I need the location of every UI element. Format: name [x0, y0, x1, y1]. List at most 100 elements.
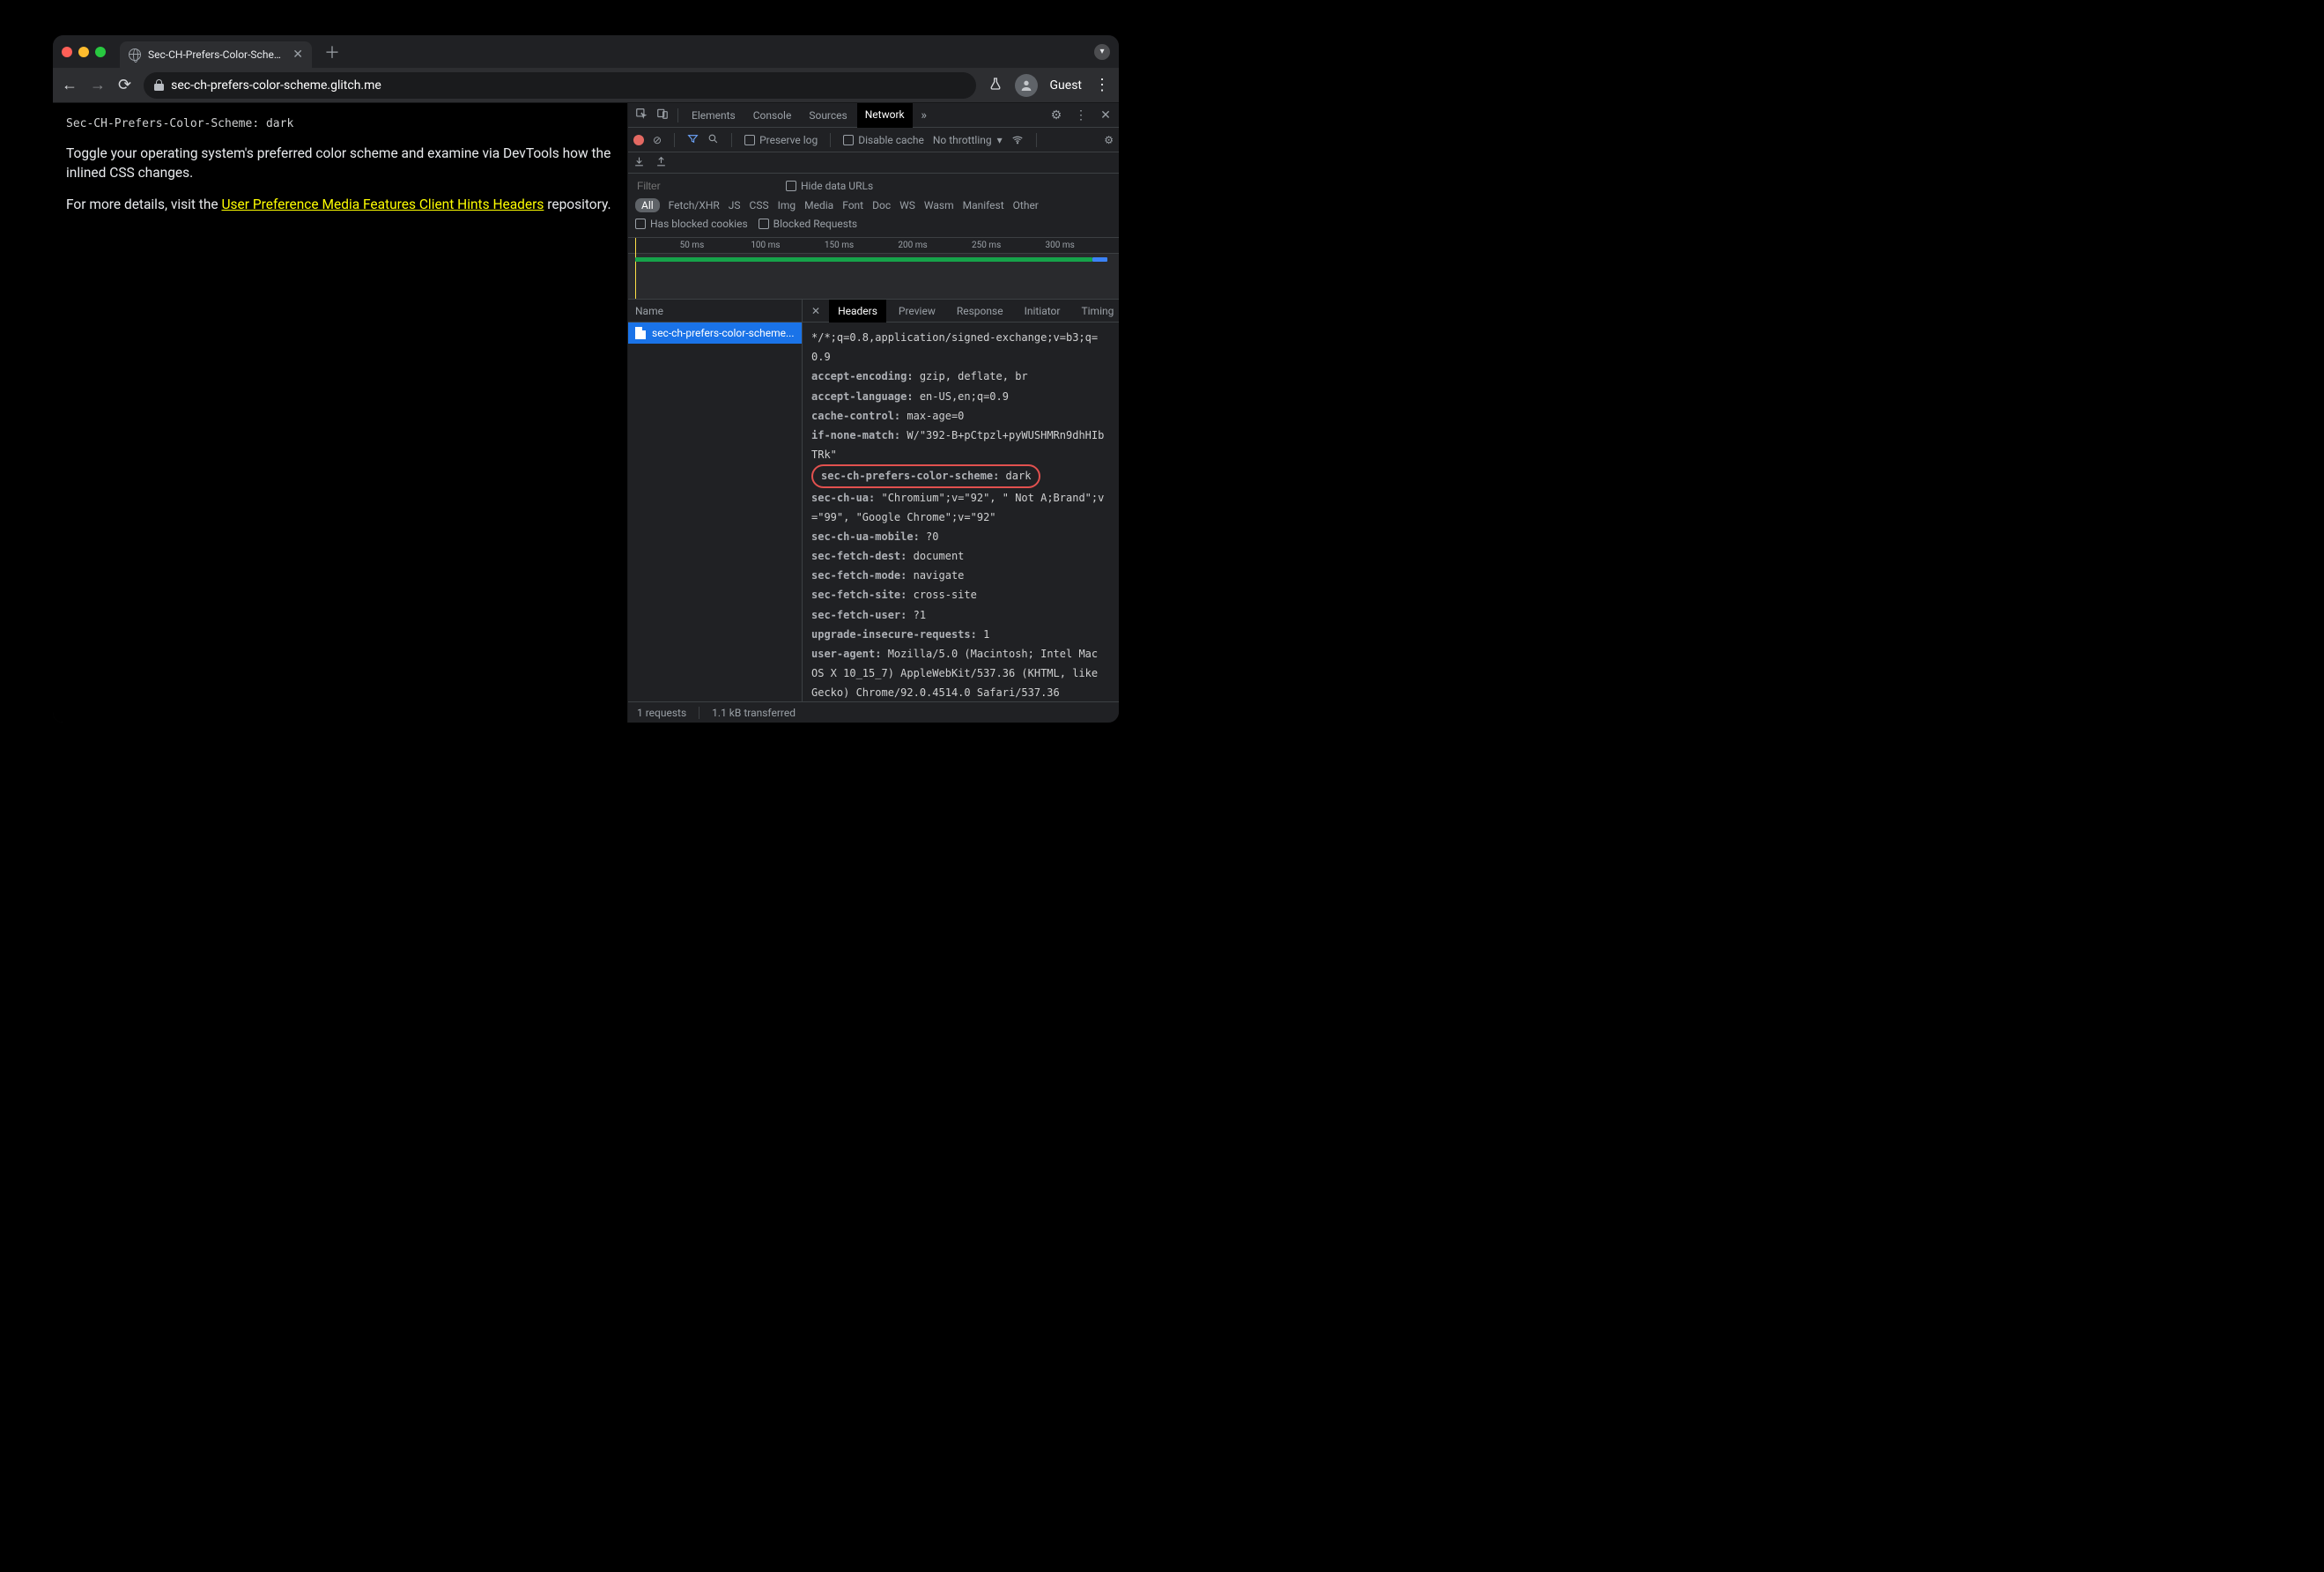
timeline-band — [635, 257, 1092, 262]
transferred-size: 1.1 kB transferred — [712, 707, 796, 719]
dtab-response[interactable]: Response — [948, 300, 1012, 323]
network-settings-icon[interactable]: ⚙ — [1104, 134, 1114, 146]
globe-icon — [129, 48, 141, 61]
labs-icon[interactable] — [988, 77, 1003, 94]
disable-cache-checkbox[interactable]: Disable cache — [843, 134, 924, 146]
tick-label: 100 ms — [751, 241, 780, 250]
header-row: sec-fetch-dest: document — [811, 546, 1110, 566]
headers-pane[interactable]: */*;q=0.8,application/signed-exchange;v=… — [803, 323, 1119, 701]
header-row: sec-fetch-user: ?1 — [811, 605, 1110, 625]
detail-tabs: ✕ Headers Preview Response Initiator Tim… — [803, 300, 1119, 323]
export-har-icon[interactable] — [633, 156, 645, 170]
new-tab-button[interactable]: ＋ — [319, 41, 345, 63]
document-icon — [635, 327, 646, 339]
clear-icon[interactable]: ⊘ — [653, 134, 662, 146]
forward-button[interactable]: → — [90, 76, 106, 94]
address-bar[interactable]: sec-ch-prefers-color-scheme.glitch.me — [144, 72, 975, 99]
hide-data-urls-checkbox[interactable]: Hide data URLs — [786, 180, 873, 192]
tick-label: 150 ms — [825, 241, 854, 250]
tick-label: 300 ms — [1046, 241, 1075, 250]
back-button[interactable]: ← — [62, 76, 78, 94]
tab-console[interactable]: Console — [745, 103, 800, 128]
url-text: sec-ch-prefers-color-scheme.glitch.me — [171, 78, 381, 93]
tick-label: 200 ms — [898, 241, 927, 250]
request-name: sec-ch-prefers-color-scheme... — [652, 327, 794, 339]
header-row: sec-fetch-site: cross-site — [811, 585, 1110, 604]
close-tab-icon[interactable]: ✕ — [292, 48, 303, 62]
minimize-window-icon[interactable] — [78, 47, 89, 57]
blocked-requests-checkbox[interactable]: Blocked Requests — [759, 218, 857, 230]
network-toolbar-2 — [628, 152, 1119, 174]
tab-elements[interactable]: Elements — [684, 103, 744, 128]
header-row: sec-ch-ua-mobile: ?0 — [811, 527, 1110, 546]
settings-icon[interactable]: ⚙ — [1047, 108, 1066, 122]
filter-manifest[interactable]: Manifest — [963, 199, 1004, 211]
page-content: Sec-CH-Prefers-Color-Scheme: dark Toggle… — [53, 103, 627, 723]
filter-wasm[interactable]: Wasm — [924, 199, 954, 211]
expand-tabs-icon[interactable]: ▾ — [1094, 44, 1110, 60]
tab-network[interactable]: Network — [857, 103, 913, 128]
kebab-icon[interactable]: ⋮ — [1071, 108, 1091, 122]
network-conditions-icon[interactable] — [1011, 132, 1024, 147]
navigation-toolbar: ← → ⟳ sec-ch-prefers-color-scheme.glitch… — [53, 68, 1119, 103]
network-status-bar: 1 requests 1.1 kB transferred — [628, 701, 1119, 723]
close-detail-icon[interactable]: ✕ — [806, 305, 825, 317]
blocked-cookies-checkbox[interactable]: Has blocked cookies — [635, 218, 748, 230]
request-row[interactable]: sec-ch-prefers-color-scheme... — [628, 323, 802, 344]
filter-fetch[interactable]: Fetch/XHR — [669, 199, 720, 211]
device-toggle-icon[interactable] — [653, 108, 672, 123]
page-paragraph-2: For more details, visit the User Prefere… — [66, 196, 614, 215]
filter-font[interactable]: Font — [842, 199, 863, 211]
throttling-select[interactable]: No throttling ▾ — [933, 134, 1003, 146]
profile-avatar-icon[interactable] — [1015, 74, 1038, 97]
header-row: cache-control: max-age=0 — [811, 406, 1110, 426]
filter-icon[interactable] — [687, 133, 699, 147]
preserve-log-checkbox[interactable]: Preserve log — [744, 134, 818, 146]
filter-bar: Hide data URLs All Fetch/XHR JS CSS Img … — [628, 174, 1119, 238]
import-har-icon[interactable] — [655, 156, 667, 170]
filter-other[interactable]: Other — [1013, 199, 1039, 211]
filter-all[interactable]: All — [635, 198, 660, 212]
menu-icon[interactable]: ⋮ — [1094, 76, 1110, 94]
search-icon[interactable] — [707, 133, 719, 147]
lock-icon — [154, 79, 164, 91]
dtab-headers[interactable]: Headers — [829, 300, 886, 323]
filter-doc[interactable]: Doc — [872, 199, 891, 211]
profile-label[interactable]: Guest — [1050, 78, 1082, 93]
zoom-window-icon[interactable] — [95, 47, 106, 57]
network-toolbar: ⊘ Preserve log Disable cache No throttli… — [628, 128, 1119, 152]
page-link[interactable]: User Preference Media Features Client Hi… — [221, 196, 544, 212]
network-timeline[interactable]: 50 ms 100 ms 150 ms 200 ms 250 ms 300 ms — [628, 238, 1119, 300]
filter-ws[interactable]: WS — [899, 199, 915, 211]
filter-js[interactable]: JS — [729, 199, 741, 211]
browser-tab[interactable]: Sec-CH-Prefers-Color-Scheme ✕ — [120, 41, 312, 68]
close-window-icon[interactable] — [62, 47, 72, 57]
devtools-panel: Elements Console Sources Network » ⚙ ⋮ ✕… — [627, 103, 1119, 723]
dtab-preview[interactable]: Preview — [890, 300, 944, 323]
more-tabs-icon[interactable]: » — [914, 108, 934, 122]
dtab-initiator[interactable]: Initiator — [1016, 300, 1069, 323]
timeline-band — [1092, 257, 1106, 262]
request-detail: ✕ Headers Preview Response Initiator Tim… — [803, 300, 1119, 701]
record-icon[interactable] — [633, 135, 644, 145]
filter-media[interactable]: Media — [804, 199, 833, 211]
inspect-icon[interactable] — [632, 108, 651, 123]
filter-css[interactable]: CSS — [750, 199, 769, 211]
window-traffic-lights — [62, 47, 106, 57]
close-devtools-icon[interactable]: ✕ — [1096, 108, 1115, 122]
resource-type-filters: All Fetch/XHR JS CSS Img Media Font Doc … — [635, 198, 1112, 212]
dtab-timing[interactable]: Timing — [1072, 300, 1119, 323]
filter-input[interactable] — [635, 179, 775, 193]
reload-button[interactable]: ⟳ — [118, 76, 131, 94]
tab-sources[interactable]: Sources — [801, 103, 855, 128]
page-paragraph-1: Toggle your operating system's preferred… — [66, 145, 614, 182]
header-row: accept-language: en-US,en;q=0.9 — [811, 387, 1110, 406]
tab-strip: Sec-CH-Prefers-Color-Scheme ✕ ＋ ▾ — [53, 35, 1119, 68]
header-row: user-agent: Mozilla/5.0 (Macintosh; Inte… — [811, 644, 1110, 701]
devtools-tabs: Elements Console Sources Network » ⚙ ⋮ ✕ — [628, 103, 1119, 128]
tab-title: Sec-CH-Prefers-Color-Scheme — [148, 48, 285, 61]
tick-label: 50 ms — [680, 241, 705, 250]
filter-img[interactable]: Img — [778, 199, 796, 211]
request-list-header[interactable]: Name — [628, 300, 802, 323]
request-count: 1 requests — [637, 707, 686, 719]
